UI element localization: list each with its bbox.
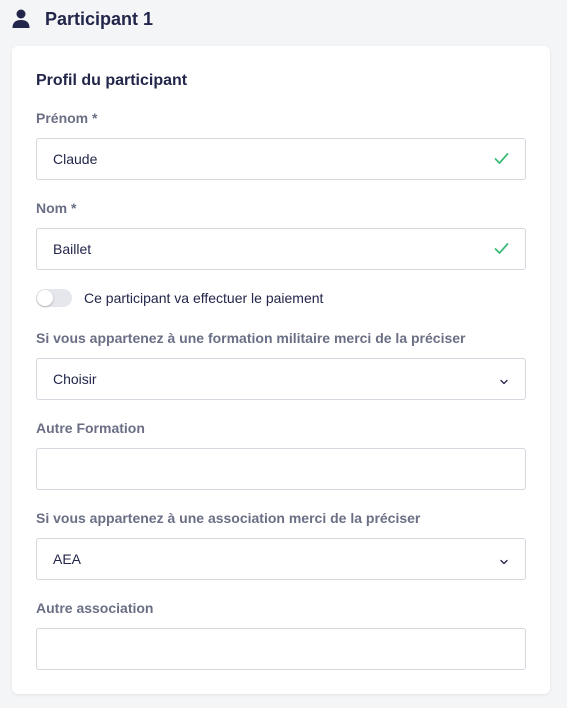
other-formation-input[interactable] <box>36 448 526 490</box>
user-icon <box>12 9 30 29</box>
check-icon <box>494 241 509 256</box>
last-name-field[interactable]: Baillet <box>36 228 526 270</box>
payment-toggle-row: Ce participant va effectuer le paiement <box>36 288 323 308</box>
section-title: Profil du participant <box>36 72 188 89</box>
other-formation-label: Autre Formation <box>36 420 145 436</box>
participant-profile-card: Profil du participant Prénom * Claude No… <box>12 46 550 694</box>
other-association-label: Autre association <box>36 600 154 616</box>
toggle-knob <box>37 290 53 306</box>
payment-toggle-label: Ce participant va effectuer le paiement <box>84 290 324 306</box>
first-name-field[interactable]: Claude <box>36 138 526 180</box>
military-formation-selected: Choisir <box>53 371 97 387</box>
last-name-value: Baillet <box>53 241 92 257</box>
first-name-label: Prénom * <box>36 110 98 126</box>
military-formation-select[interactable]: Choisir <box>36 358 526 400</box>
chevron-down-icon <box>499 374 509 385</box>
payment-toggle[interactable] <box>36 289 72 307</box>
check-icon <box>494 151 509 166</box>
participant-header: Participant 1 <box>12 6 153 32</box>
other-association-input[interactable] <box>36 628 526 670</box>
association-label: Si vous appartenez à une association mer… <box>36 510 421 526</box>
chevron-down-icon <box>499 554 509 565</box>
military-formation-label: Si vous appartenez à une formation milit… <box>36 330 466 346</box>
first-name-value: Claude <box>53 151 98 167</box>
association-selected: AEA <box>53 551 82 567</box>
last-name-label: Nom * <box>36 200 77 216</box>
participant-title: Participant 1 <box>45 8 154 29</box>
association-select[interactable]: AEA <box>36 538 526 580</box>
